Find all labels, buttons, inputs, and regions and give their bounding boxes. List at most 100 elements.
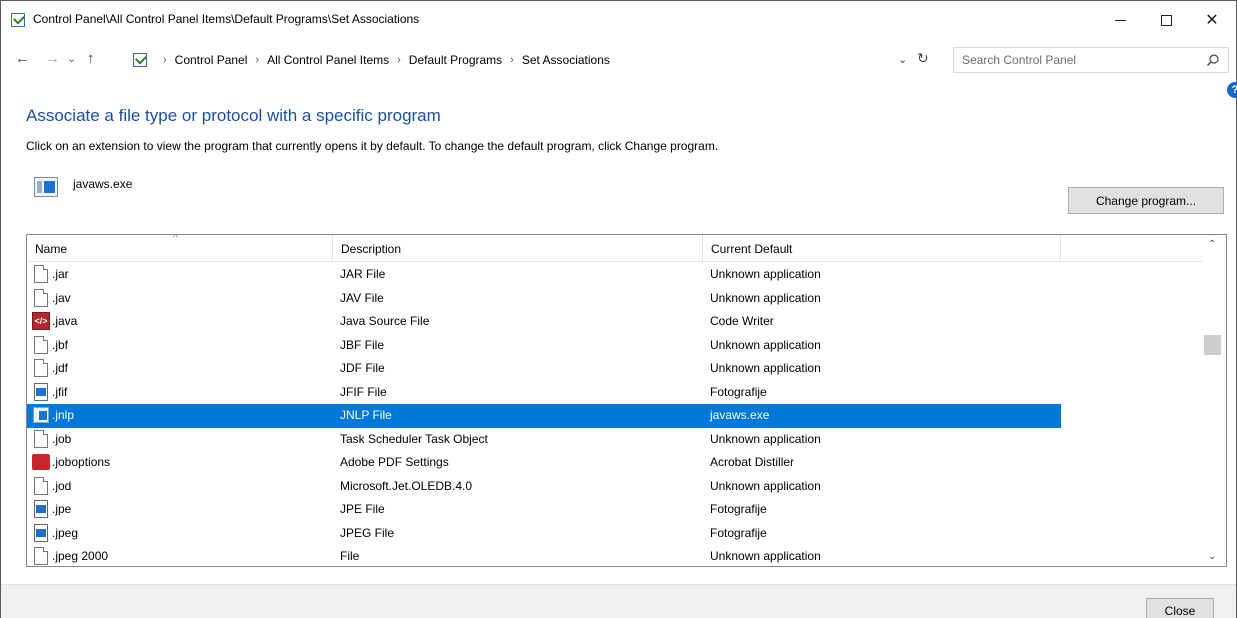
scrollbar-thumb[interactable] <box>1204 335 1221 355</box>
cell-description: JPEG File <box>340 525 395 540</box>
table-row[interactable]: .joboptions Adobe PDF Settings Acrobat Dis… <box>27 451 1202 475</box>
scroll-down-icon[interactable]: ⌄ <box>1208 551 1216 562</box>
cell-name: .jpe <box>52 502 72 516</box>
search-placeholder: Search Control Panel <box>962 53 1077 67</box>
cell-current-default: Fotografije <box>710 384 767 399</box>
file-icon <box>34 429 48 448</box>
cell-current-default: Unknown application <box>710 431 821 446</box>
table-row[interactable]: .jar JAR File Unknown application <box>27 263 1202 287</box>
cell-description: File <box>340 549 360 563</box>
table-row[interactable]: .jpe JPE File Fotografije <box>27 498 1202 522</box>
close-button[interactable]: Close <box>1146 598 1214 618</box>
cell-name: .jbf <box>52 337 69 352</box>
cell-description: JPE File <box>340 502 385 516</box>
column-header-name[interactable]: Name ^ <box>27 235 333 262</box>
cell-name: .joboptions <box>52 455 111 469</box>
table-row[interactable]: .jfif JFIF File Fotografije <box>27 381 1202 405</box>
minimize-button[interactable] <box>1097 1 1143 39</box>
table-row[interactable]: .jbf JBF File Unknown application <box>27 334 1202 358</box>
acrobat-icon <box>32 454 50 470</box>
list-rows: .jar JAR File Unknown application .jav JAV F… <box>27 263 1202 566</box>
search-input[interactable]: Search Control Panel <box>953 47 1229 73</box>
chevron-right-icon[interactable]: › <box>163 54 167 66</box>
file-icon <box>34 288 48 307</box>
cell-current-default: Unknown application <box>710 290 821 305</box>
cell-description: Microsoft.Jet.OLEDB.4.0 <box>340 478 473 493</box>
file-type-list[interactable]: Name ^ Description Current Default .jar J… <box>26 234 1227 567</box>
cell-name: .jdf <box>52 361 69 375</box>
file-icon <box>34 359 48 377</box>
control-panel-icon <box>133 53 147 67</box>
column-header-description[interactable]: Description <box>333 235 703 262</box>
chevron-down-icon[interactable]: ⌄ <box>898 53 907 66</box>
search-icon[interactable] <box>1206 53 1220 67</box>
javaws-icon <box>33 407 49 423</box>
table-row[interactable]: .job Task Scheduler Task Object Unknown ap… <box>27 428 1202 452</box>
cell-description: JAV File <box>340 290 384 305</box>
cell-current-default: Code Writer <box>710 314 774 328</box>
vertical-scrollbar[interactable]: ⌃ ⌄ <box>1202 235 1226 566</box>
instructions-text: Click on an extension to view the progra… <box>26 139 719 153</box>
cell-current-default: Unknown application <box>710 478 821 493</box>
refresh-icon[interactable]: ↻ <box>917 50 929 67</box>
title-bar: Control Panel\All Control Panel Items\De… <box>1 1 1236 39</box>
chevron-right-icon[interactable]: › <box>510 54 514 66</box>
table-row[interactable]: .jdf JDF File Unknown application <box>27 357 1202 381</box>
table-row[interactable]: .jod Microsoft.Jet.OLEDB.4.0 Unknown appli… <box>27 475 1202 499</box>
image-file-icon <box>34 523 48 542</box>
maximize-icon <box>1160 14 1172 26</box>
table-row[interactable]: .jav JAV File Unknown application <box>27 287 1202 311</box>
file-icon <box>34 335 48 354</box>
cell-description: Java Source File <box>340 314 430 328</box>
column-header-current-default[interactable]: Current Default <box>703 235 1061 262</box>
cell-name: .jod <box>52 478 72 493</box>
cell-current-default: Unknown application <box>710 549 821 563</box>
back-button[interactable]: ← <box>15 49 30 69</box>
table-row[interactable]: .jnlp JNLP File javaws.exe <box>27 404 1061 428</box>
image-file-icon <box>34 500 48 518</box>
table-row[interactable]: </> .java Java Source File Code Writer <box>27 310 1202 334</box>
cell-current-default: Unknown application <box>710 267 821 281</box>
cell-description: JDF File <box>340 361 385 375</box>
cell-description: JFIF File <box>340 384 387 399</box>
breadcrumb-set-associations[interactable]: Set Associations <box>522 53 610 67</box>
sort-ascending-icon: ^ <box>173 234 178 244</box>
help-icon[interactable]: ? <box>1227 82 1237 98</box>
column-name-label: Name <box>35 242 68 256</box>
breadcrumb-all-items[interactable]: All Control Panel Items <box>267 53 389 67</box>
maximize-button[interactable] <box>1143 1 1189 39</box>
address-bar[interactable]: › Control Panel › All Control Panel Item… <box>130 47 942 73</box>
current-program-name: javaws.exe <box>73 177 133 191</box>
recent-locations-button[interactable]: ⌄ <box>67 49 76 69</box>
file-icon <box>34 476 48 495</box>
navigation-bar: ← → ⌄ ↑ › Control Panel › All Control Pa… <box>1 45 1236 73</box>
cell-current-default: Unknown application <box>710 361 821 375</box>
javaws-icon <box>34 177 58 197</box>
up-button[interactable]: ↑ <box>87 49 95 69</box>
change-program-button[interactable]: Change program... <box>1068 187 1224 214</box>
cell-description: JAR File <box>340 267 386 281</box>
chevron-right-icon[interactable]: › <box>255 54 259 66</box>
cell-name: .job <box>52 431 72 446</box>
forward-button[interactable]: → <box>45 49 60 69</box>
table-row[interactable]: .jpeg 2000 File Unknown application <box>27 545 1202 566</box>
cell-description: JBF File <box>340 337 385 352</box>
scroll-up-icon[interactable]: ⌃ <box>1208 239 1216 250</box>
chevron-right-icon[interactable]: › <box>397 54 401 66</box>
minimize-icon <box>1114 19 1126 21</box>
cell-current-default: Unknown application <box>710 337 821 352</box>
file-icon <box>34 265 48 283</box>
breadcrumb-control-panel[interactable]: Control Panel <box>175 53 248 67</box>
cell-name: .jfif <box>52 384 68 399</box>
cell-current-default: Acrobat Distiller <box>710 455 795 469</box>
file-icon <box>34 547 48 565</box>
table-row[interactable]: .jpeg JPEG File Fotografije <box>27 522 1202 546</box>
cell-description: Adobe PDF Settings <box>340 455 449 469</box>
breadcrumb-default-programs[interactable]: Default Programs <box>409 53 502 67</box>
breadcrumb: › Control Panel › All Control Panel Item… <box>155 53 610 67</box>
close-window-button[interactable]: ✕ <box>1189 1 1235 39</box>
list-header: Name ^ Description Current Default <box>27 235 1202 262</box>
code-writer-icon: </> <box>32 312 50 330</box>
cell-name: .jnlp <box>52 408 75 422</box>
image-file-icon <box>34 382 48 401</box>
